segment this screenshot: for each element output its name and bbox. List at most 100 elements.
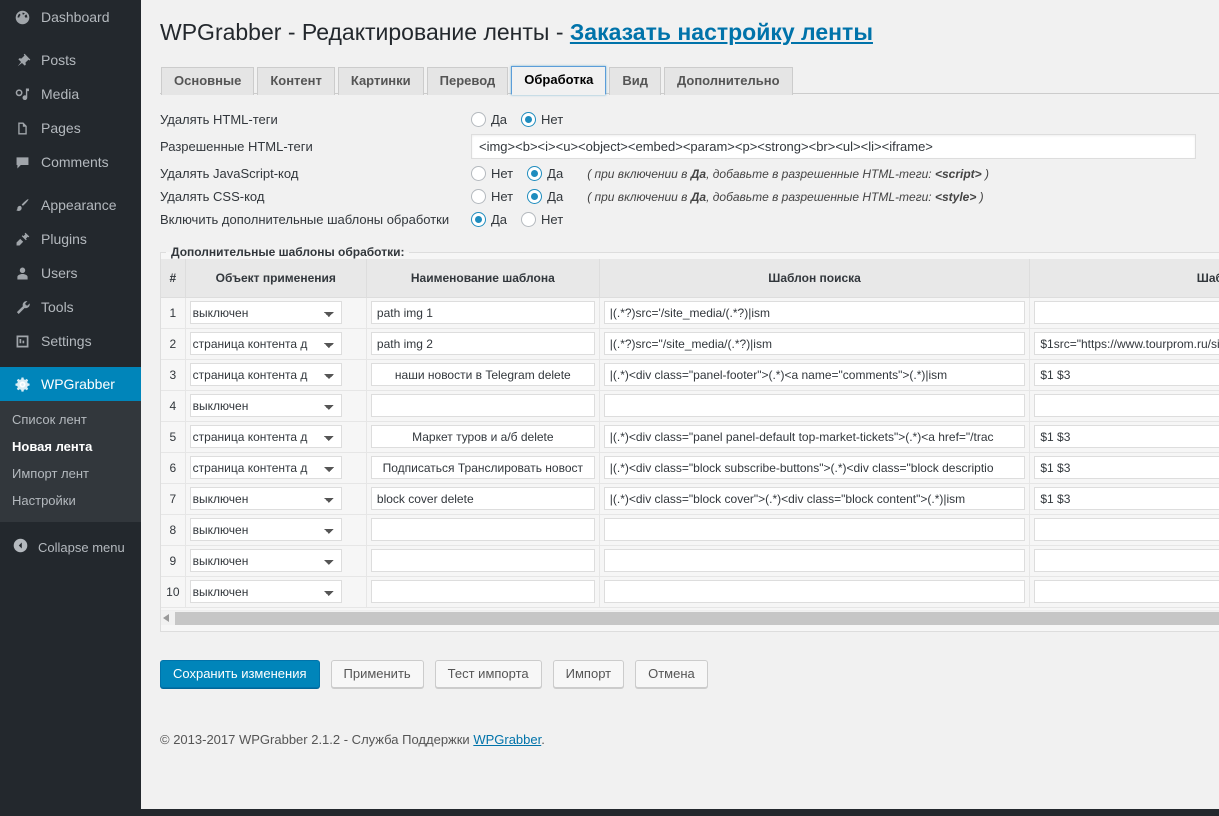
search-pattern-input[interactable] [603,580,1026,603]
template-name-input[interactable] [370,363,595,386]
submenu-item-import-feeds[interactable]: Импорт лент [0,460,141,487]
replace-pattern-input[interactable] [1034,425,1219,448]
tab-osnovnye[interactable]: Основные [161,67,255,95]
extra-templates-yes-label[interactable]: Да [491,212,507,227]
search-pattern-input[interactable] [603,518,1026,541]
object-cell: выключенстраница контента д [185,514,367,546]
sidebar-item-tools[interactable]: Tools [0,290,141,324]
object-select[interactable]: выключенстраница контента д [189,394,342,417]
remove-css-no-label[interactable]: Нет [491,189,513,204]
remove-html-no-radio[interactable] [521,112,537,127]
object-select[interactable]: выключенстраница контента д [189,518,342,541]
extra-templates-no-radio[interactable] [521,212,537,227]
object-select[interactable]: выключенстраница контента д [189,487,342,510]
remove-html-yes-label[interactable]: Да [491,112,507,127]
extra-templates-yes-radio[interactable] [471,212,486,227]
submenu-item-settings[interactable]: Настройки [0,487,141,514]
replace-pattern-input[interactable] [1034,580,1219,603]
search-pattern-input[interactable] [603,363,1026,386]
collapse-icon [12,537,29,557]
table-row: 3выключенстраница контента д [161,359,1219,391]
search-pattern-input[interactable] [603,487,1026,510]
test-import-button[interactable]: Тест импорта [434,659,542,688]
apply-button[interactable]: Применить [330,659,424,688]
sidebar-item-plugins[interactable]: Plugins [0,222,141,256]
template-name-input[interactable] [370,549,595,572]
sidebar-item-posts[interactable]: Posts [0,43,141,77]
template-name-input[interactable] [370,425,595,448]
object-cell: выключенстраница контента д [185,359,367,391]
allowed-html-tags-input[interactable] [471,134,1196,159]
sidebar-item-settings[interactable]: Settings [0,324,141,358]
remove-html-no-label[interactable]: Нет [541,112,563,127]
replace-pattern-input[interactable] [1034,394,1219,417]
replace-pattern-input[interactable] [1034,363,1219,386]
bottom-bar [141,809,1219,816]
tab-vid[interactable]: Вид [609,67,661,95]
footer-period: . [541,731,545,747]
tab-obrabotka[interactable]: Обработка [511,66,607,95]
search-pattern-input[interactable] [603,394,1026,417]
template-name-input[interactable] [370,487,595,510]
submenu-item-new-feed[interactable]: Новая лента [0,433,141,460]
replace-pattern-input[interactable] [1034,518,1219,541]
object-select[interactable]: выключенстраница контента д [189,456,342,479]
remove-js-no-label[interactable]: Нет [491,166,513,181]
object-select[interactable]: выключенстраница контента д [189,549,342,572]
search-pattern-input[interactable] [603,301,1026,324]
remove-js-yes-radio[interactable] [527,166,543,181]
sidebar-item-users[interactable]: Users [0,256,141,290]
sidebar-item-comments[interactable]: Comments [0,145,141,179]
sidebar-item-wpgrabber[interactable]: WPGrabber [0,367,141,401]
row-number: 8 [161,514,186,546]
tab-perevod[interactable]: Перевод [426,67,509,95]
template-name-input[interactable] [370,394,595,417]
template-name-input[interactable] [370,332,595,355]
template-name-input[interactable] [370,580,595,603]
remove-css-no-radio[interactable] [471,189,486,204]
extra-templates-no-label[interactable]: Нет [541,212,563,227]
horizontal-scrollbar[interactable] [161,609,1219,625]
remove-js-no-radio[interactable] [471,166,486,181]
collapse-menu-button[interactable]: Collapse menu [0,530,141,564]
template-name-input[interactable] [370,301,595,324]
template-name-input[interactable] [370,456,595,479]
tab-kartinki[interactable]: Картинки [337,67,424,95]
remove-css-yes-label[interactable]: Да [547,189,563,204]
save-changes-button[interactable]: Сохранить изменения [160,659,320,688]
replace-pattern-input[interactable] [1034,487,1219,510]
object-select[interactable]: выключенстраница контента д [189,332,342,355]
remove-html-yes-radio[interactable] [471,112,486,127]
media-icon [12,84,32,104]
column-header-number: # [161,259,186,298]
search-pattern-input[interactable] [603,549,1026,572]
replace-pattern-input[interactable] [1034,549,1219,572]
search-pattern-input[interactable] [603,456,1026,479]
scrollbar-thumb[interactable] [175,611,1219,625]
replace-pattern-input[interactable] [1034,301,1219,324]
tab-dopolnitelno[interactable]: Дополнительно [663,67,793,95]
sidebar-item-media[interactable]: Media [0,77,141,111]
object-select[interactable]: выключенстраница контента д [189,425,342,448]
search-pattern-input[interactable] [603,425,1026,448]
footer-support-link[interactable]: WPGrabber [473,732,541,747]
sidebar-item-appearance[interactable]: Appearance [0,188,141,222]
object-select[interactable]: выключенстраница контента д [189,301,342,324]
template-name-input[interactable] [370,518,595,541]
remove-css-yes-radio[interactable] [527,189,543,204]
object-select[interactable]: выключенстраница контента д [189,363,342,386]
sidebar-item-pages[interactable]: Pages [0,111,141,145]
order-feed-setup-link[interactable]: Заказать настройку ленты [570,19,873,45]
object-select[interactable]: выключенстраница контента д [189,580,342,603]
page-icon [12,118,32,138]
tab-kontent[interactable]: Контент [257,67,335,95]
import-button[interactable]: Импорт [552,659,625,688]
sidebar-item-dashboard[interactable]: Dashboard [0,0,141,34]
cancel-button[interactable]: Отмена [635,659,708,688]
search-pattern-input[interactable] [603,332,1026,355]
replace-pattern-input[interactable] [1034,332,1219,355]
replace-pattern-input[interactable] [1034,456,1219,479]
remove-js-yes-label[interactable]: Да [547,166,563,181]
submenu-item-feed-list[interactable]: Список лент [0,406,141,433]
scroll-left-arrow-icon[interactable] [163,613,169,622]
